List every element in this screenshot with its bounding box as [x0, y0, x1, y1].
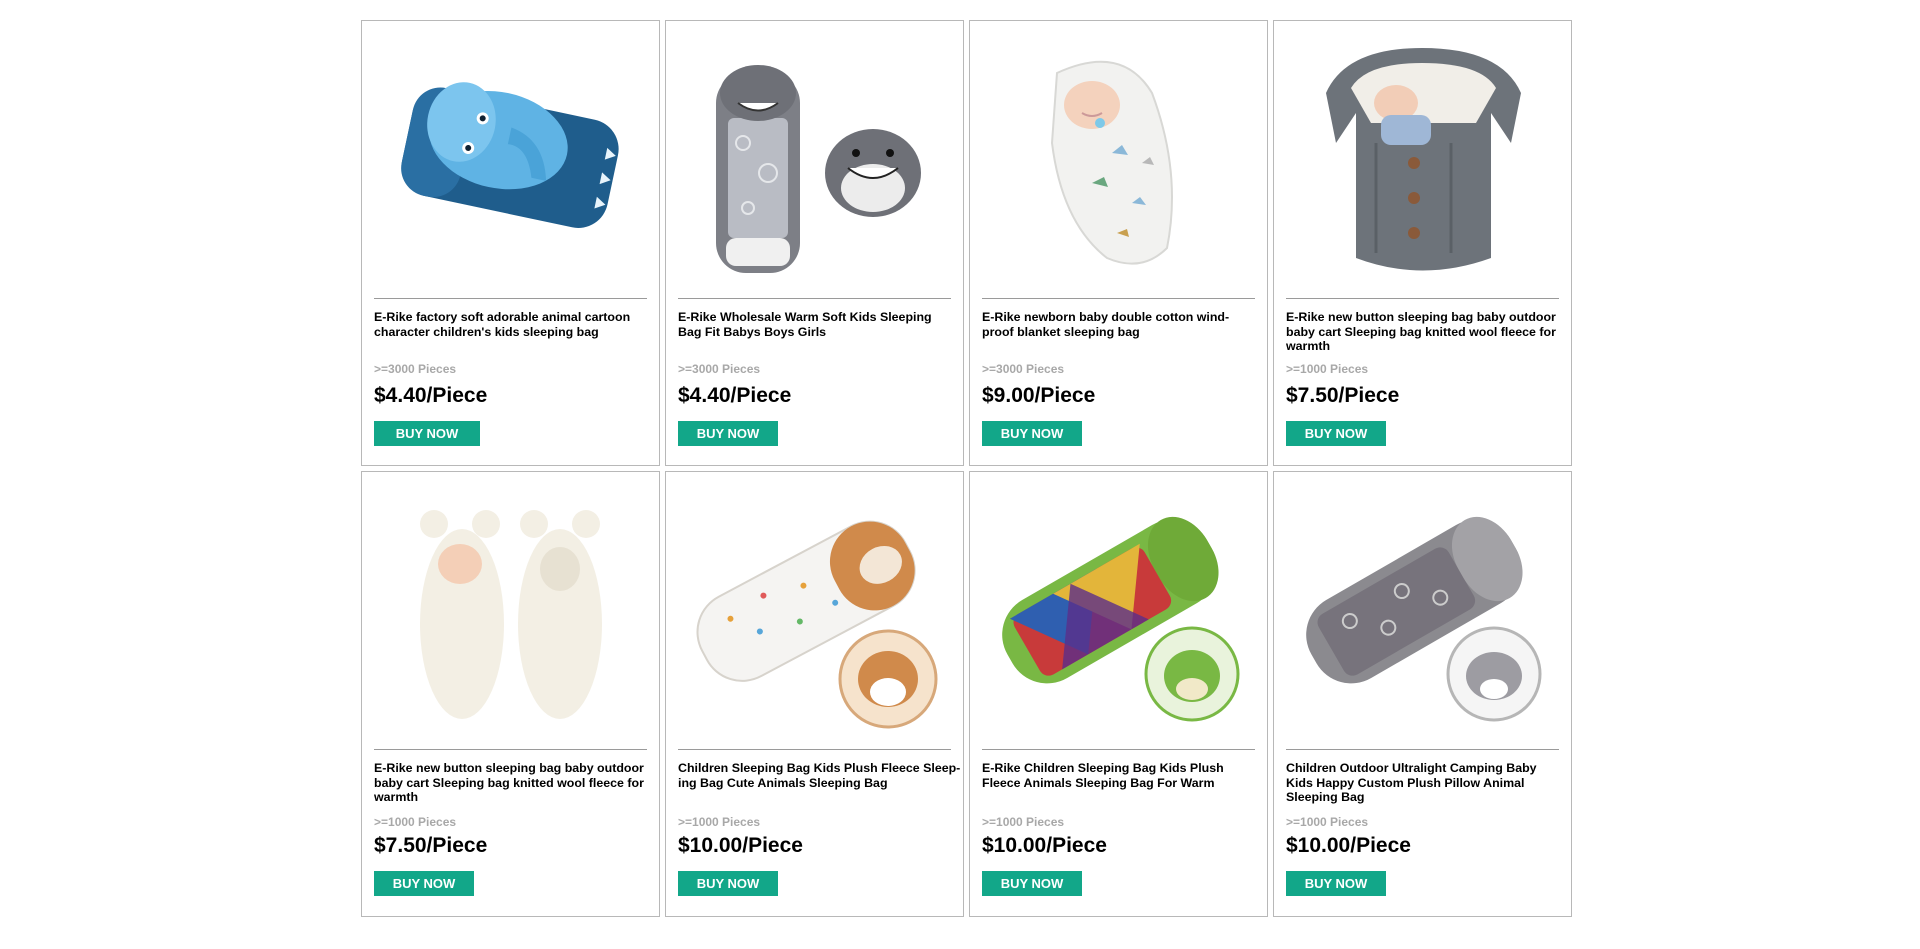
- product-title[interactable]: Children Sleeping Bag Kids Plush Fleece …: [678, 761, 963, 790]
- buy-now-button[interactable]: BUY NOW: [1286, 421, 1386, 446]
- product-card[interactable]: E-Rike new button sleeping bag baby outd…: [1273, 20, 1572, 466]
- product-card[interactable]: E-Rike Wholesale Warm Soft Kids Sleeping…: [665, 20, 964, 466]
- buy-now-button[interactable]: BUY NOW: [374, 421, 480, 446]
- buy-now-button[interactable]: BUY NOW: [678, 421, 778, 446]
- divider: [1286, 749, 1559, 750]
- product-title[interactable]: E-Rike new button sleeping bag baby outd…: [1286, 310, 1571, 354]
- buy-now-button[interactable]: BUY NOW: [374, 871, 474, 896]
- buy-now-button[interactable]: BUY NOW: [982, 871, 1082, 896]
- divider: [1286, 298, 1559, 299]
- product-price: $10.00/Piece: [678, 834, 803, 857]
- product-price: $4.40/Piece: [374, 384, 488, 407]
- buy-now-button[interactable]: BUY NOW: [982, 421, 1082, 446]
- divider: [374, 298, 647, 299]
- min-order-quantity: >=1000 Pieces: [1286, 362, 1369, 376]
- product-price: $7.50/Piece: [374, 834, 488, 857]
- product-card[interactable]: Children Sleeping Bag Kids Plush Fleece …: [665, 471, 964, 917]
- buy-now-button[interactable]: BUY NOW: [678, 871, 778, 896]
- fleece-bear-wrap-image[interactable]: [374, 484, 647, 744]
- divider: [678, 749, 951, 750]
- product-card[interactable]: Children Outdoor Ultralight Camping Baby…: [1273, 471, 1572, 917]
- min-order-quantity: >=1000 Pieces: [1286, 815, 1369, 829]
- product-grid: E-Rike factory soft adorable animal cart…: [361, 20, 1572, 917]
- min-order-quantity: >=1000 Pieces: [678, 815, 761, 829]
- product-title[interactable]: E-Rike Wholesale Warm Soft Kids Sleeping…: [678, 310, 963, 339]
- product-price: $9.00/Piece: [982, 384, 1096, 407]
- product-card[interactable]: E-Rike Children Sleeping Bag Kids Plush …: [969, 471, 1268, 917]
- product-price: $4.40/Piece: [678, 384, 792, 407]
- shark-sleeping-bag-image[interactable]: [678, 33, 951, 293]
- min-order-quantity: >=3000 Pieces: [678, 362, 761, 376]
- product-card[interactable]: E-Rike new button sleeping bag baby outd…: [361, 471, 660, 917]
- product-card[interactable]: E-Rike factory soft adorable animal cart…: [361, 20, 660, 466]
- product-title[interactable]: E-Rike newborn baby double cotton wind- …: [982, 310, 1267, 339]
- min-order-quantity: >=3000 Pieces: [982, 362, 1065, 376]
- divider: [374, 749, 647, 750]
- product-price: $10.00/Piece: [1286, 834, 1411, 857]
- product-title[interactable]: Children Outdoor Ultralight Camping Baby…: [1286, 761, 1571, 805]
- elephant-pillow-sleeping-bag-image[interactable]: [1286, 484, 1559, 744]
- divider: [982, 298, 1255, 299]
- product-title[interactable]: E-Rike new button sleeping bag baby outd…: [374, 761, 659, 805]
- min-order-quantity: >=3000 Pieces: [374, 362, 457, 376]
- newborn-blanket-image[interactable]: [982, 33, 1255, 293]
- min-order-quantity: >=1000 Pieces: [374, 815, 457, 829]
- product-title[interactable]: E-Rike factory soft adorable animal cart…: [374, 310, 659, 339]
- dog-sleeping-bag-image[interactable]: [678, 484, 951, 744]
- product-price: $10.00/Piece: [982, 834, 1107, 857]
- product-card[interactable]: E-Rike newborn baby double cotton wind- …: [969, 20, 1268, 466]
- product-price: $7.50/Piece: [1286, 384, 1400, 407]
- product-title[interactable]: E-Rike Children Sleeping Bag Kids Plush …: [982, 761, 1267, 790]
- divider: [678, 298, 951, 299]
- buy-now-button[interactable]: BUY NOW: [1286, 871, 1386, 896]
- divider: [982, 749, 1255, 750]
- elephant-sleeping-bag-image[interactable]: [374, 33, 647, 293]
- knitted-sleeping-bag-image[interactable]: [1286, 33, 1559, 293]
- dinosaur-sleeping-bag-image[interactable]: [982, 484, 1255, 744]
- min-order-quantity: >=1000 Pieces: [982, 815, 1065, 829]
